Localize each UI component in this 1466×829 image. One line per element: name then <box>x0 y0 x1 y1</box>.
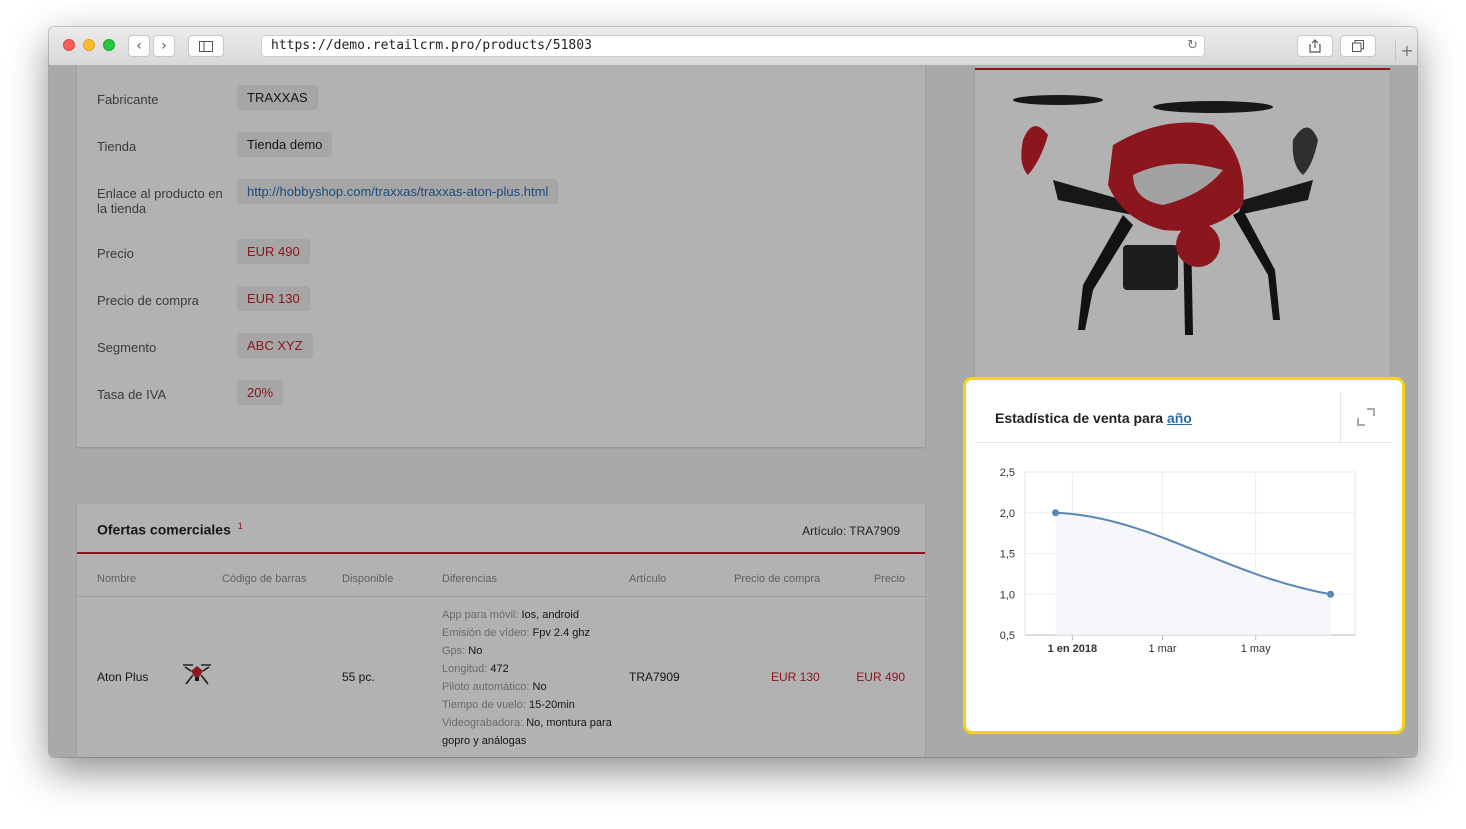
address-bar[interactable]: https://demo.retailcrm.pro/products/5180… <box>261 35 1205 57</box>
series-area <box>1055 512 1331 635</box>
x-tick-label: 1 may <box>1241 643 1271 655</box>
sidebar-button[interactable] <box>188 35 224 57</box>
sales-stats-card: Estadística de venta para año 2,5 2,0 1,5 1… <box>975 392 1391 722</box>
minimize-window-button[interactable] <box>83 39 95 51</box>
y-tick-label: 1,0 <box>1000 589 1015 601</box>
tabs-overview-button[interactable] <box>1340 35 1376 57</box>
back-button[interactable]: ‹ <box>128 35 150 57</box>
x-tick-label: 1 mar <box>1148 643 1176 655</box>
stats-header-divider <box>975 442 1391 443</box>
y-tick-label: 1,5 <box>1000 549 1015 561</box>
tabs-icon <box>1352 40 1364 52</box>
sales-chart: 2,5 2,0 1,5 1,0 0,5 1 en 2018 1 mar 1 may <box>1000 467 1356 655</box>
stats-title-text: Estadística de venta para <box>995 410 1164 426</box>
forward-button[interactable]: › <box>153 35 175 57</box>
x-tick-label: 1 en 2018 <box>1048 643 1098 655</box>
share-button[interactable] <box>1297 35 1333 57</box>
stats-title: Estadística de venta para año <box>995 410 1192 426</box>
sales-stats-widget: Estadística de venta para año 2,5 2,0 1,5 1… <box>963 377 1405 734</box>
url-text: https://demo.retailcrm.pro/products/5180… <box>271 38 592 53</box>
reload-icon[interactable]: ↻ <box>1187 36 1198 56</box>
y-tick-label: 2,0 <box>1000 508 1015 520</box>
browser-window: ‹ › https://demo.retailcrm.pro/products/… <box>49 27 1417 757</box>
plus-icon: + <box>1400 41 1414 60</box>
share-icon <box>1309 39 1321 53</box>
new-tab-button[interactable]: + <box>1395 40 1417 62</box>
expand-icon <box>1357 408 1375 426</box>
chevron-right-icon: › <box>161 38 167 54</box>
data-point <box>1327 590 1335 598</box>
expand-button[interactable] <box>1340 392 1392 442</box>
data-point <box>1052 509 1060 517</box>
sidebar-icon <box>199 40 213 52</box>
stats-period-link[interactable]: año <box>1167 410 1192 426</box>
y-tick-label: 2,5 <box>1000 467 1015 479</box>
zoom-window-button[interactable] <box>103 39 115 51</box>
chevron-left-icon: ‹ <box>136 38 142 54</box>
browser-titlebar: ‹ › https://demo.retailcrm.pro/products/… <box>49 27 1417 66</box>
y-tick-label: 0,5 <box>1000 630 1015 642</box>
close-window-button[interactable] <box>63 39 75 51</box>
